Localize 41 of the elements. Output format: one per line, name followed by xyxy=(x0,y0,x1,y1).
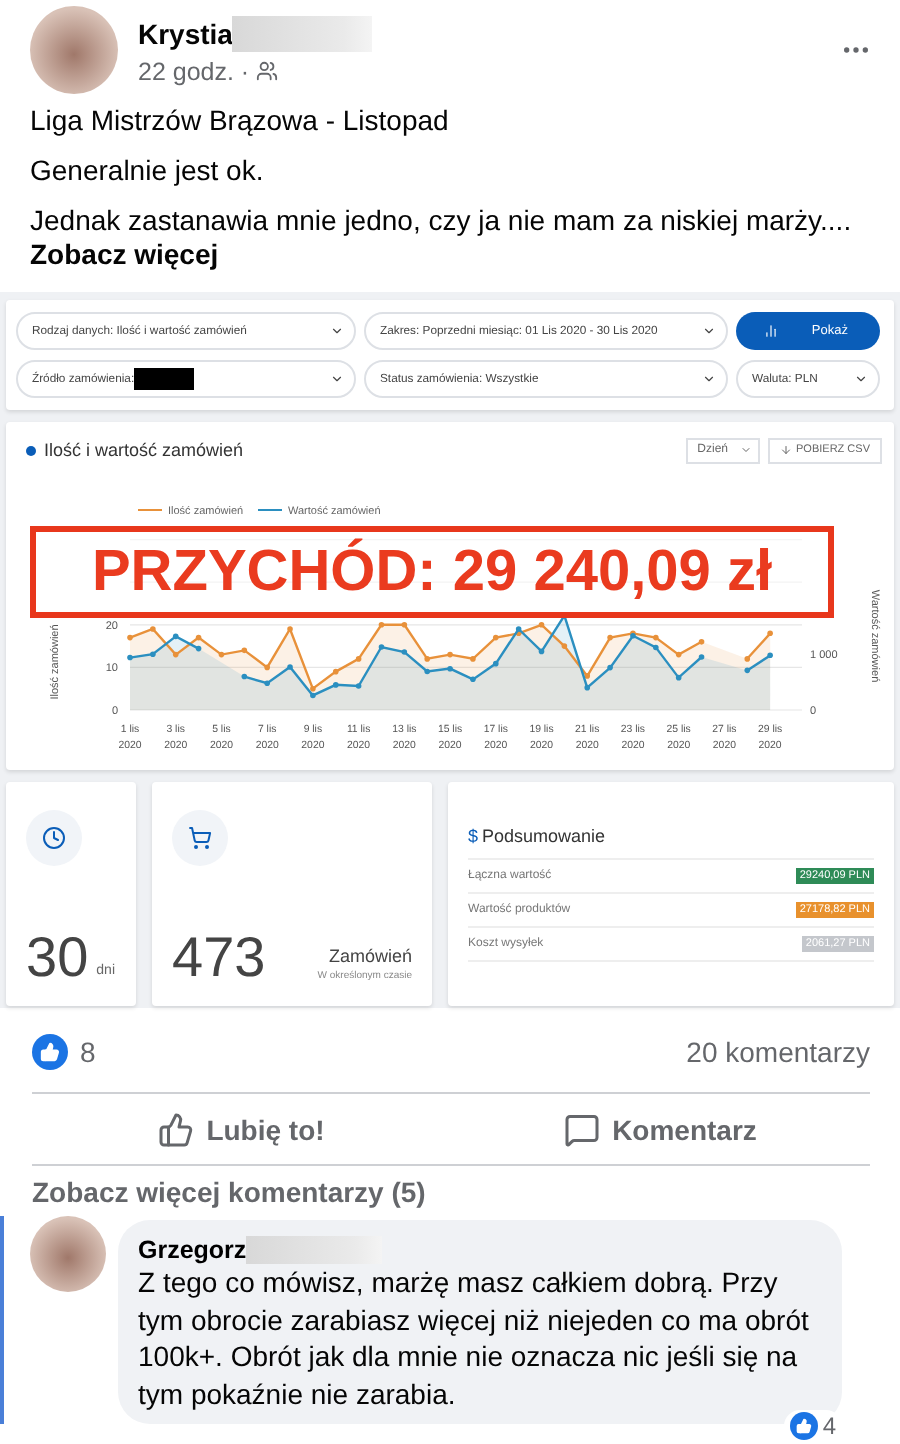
download-icon xyxy=(780,444,793,456)
avatar[interactable] xyxy=(30,1216,106,1292)
cart-icon xyxy=(188,826,212,850)
post-time[interactable]: 22 godz. · xyxy=(138,57,250,85)
like-button[interactable]: Lubię to! xyxy=(32,1094,451,1164)
avatar[interactable] xyxy=(30,6,118,94)
chevron-icon xyxy=(854,372,868,386)
reaction-pill[interactable]: 4 xyxy=(784,1410,842,1442)
post-text: Jednak zastanawia mnie jedno, czy ja nie mam za niskiej marży.... xyxy=(30,204,854,238)
group-icon xyxy=(255,60,278,82)
blurred-name xyxy=(232,15,373,51)
chevron-icon xyxy=(702,372,716,386)
blurred-name xyxy=(246,1236,383,1264)
title-dot xyxy=(26,445,36,455)
comment-button[interactable]: Komentarz xyxy=(451,1094,870,1164)
chart-icon xyxy=(764,324,778,338)
comment-author[interactable]: Grzegorz xyxy=(138,1236,247,1264)
more-comments-link[interactable]: Zobacz więcej komentarzy (5) xyxy=(0,1166,900,1208)
thumbs-up-icon xyxy=(158,1111,195,1147)
stat-value: 473 xyxy=(172,926,266,990)
stat-unit: Zamówień xyxy=(328,946,412,966)
comment-like-count: 4 xyxy=(822,1412,836,1440)
like-count[interactable]: 8 xyxy=(80,1035,675,1067)
author-name[interactable]: Krystia xyxy=(138,17,233,49)
see-more-link[interactable]: Zobacz więcej xyxy=(30,238,870,272)
clock-icon xyxy=(42,826,66,850)
comment-text: Z tego co mówisz, marżę masz całkiem dobrą. Przy tym obrocie zarabiasz więcej niż niejeden co ma obrót 100k+. Obrót jak dla mnie nie oznacza nic jeśli się na tym pokaźnie nie zarabia. xyxy=(138,1264,811,1412)
chevron-icon xyxy=(330,372,344,386)
chevron-icon xyxy=(740,444,753,456)
post-text: Generalnie jest ok. xyxy=(30,154,266,188)
chevron-icon xyxy=(702,324,716,338)
like-reaction-icon[interactable] xyxy=(32,1033,68,1069)
currency-symbol: $ xyxy=(468,826,479,846)
chevron-icon xyxy=(330,324,344,338)
chart-title: Ilość i wartość zamówień xyxy=(44,440,246,460)
stat-value: 30 xyxy=(26,926,89,990)
post-title: Liga Mistrzów Brązowa - Listopad xyxy=(30,104,451,138)
comment-count[interactable]: 20 komentarzy xyxy=(686,1035,870,1067)
summary-title: Podsumowanie xyxy=(482,826,606,846)
speech-bubble-icon xyxy=(564,1111,601,1147)
revenue-overlay: PRZYCHÓD: 29 240,09 zł xyxy=(30,526,834,618)
